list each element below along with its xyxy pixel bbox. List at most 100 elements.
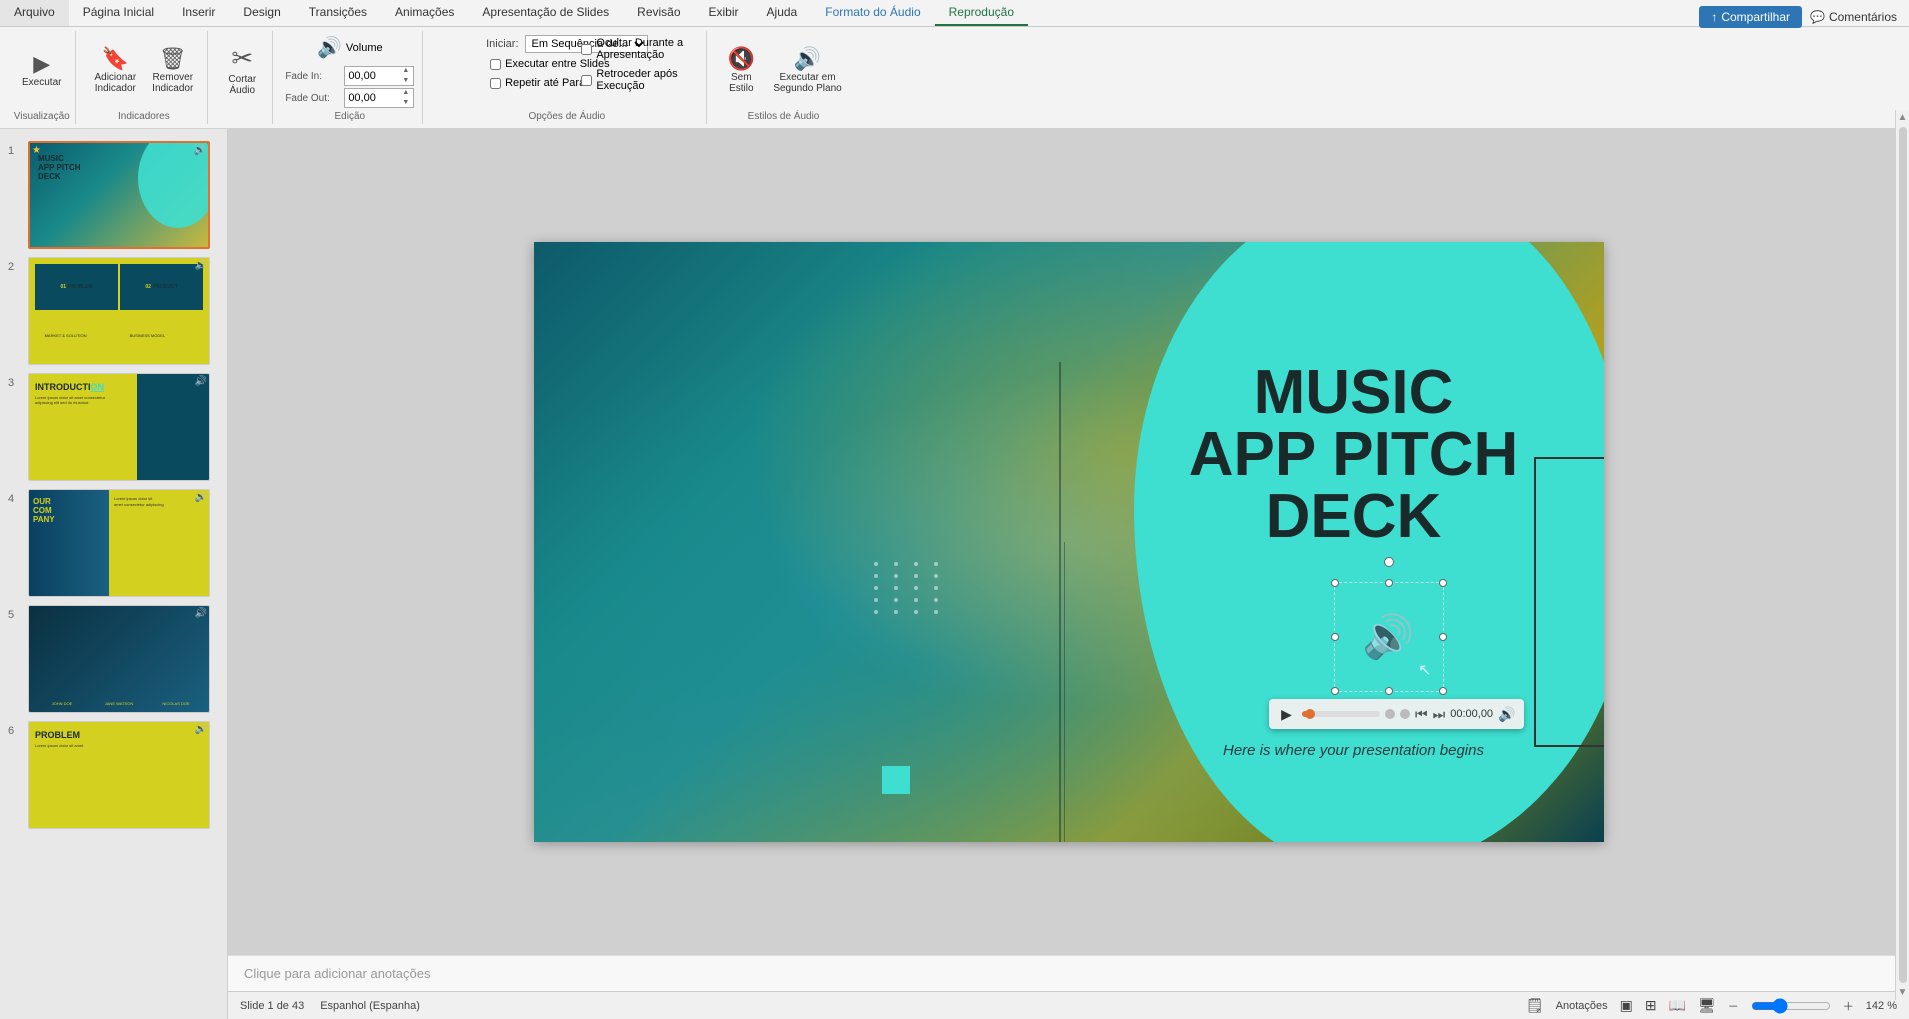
ribbon-group-audio-options: Iniciar: Em Sequência de... Executar ent… [427, 31, 707, 124]
fade-out-field[interactable]: 00,00 ▲ ▼ [344, 88, 414, 108]
slide-img-5[interactable]: JOHN DOE JANE WATSON NICOLAS DOE 🔊 [28, 605, 210, 713]
tab-arquivo[interactable]: Arquivo [0, 0, 69, 26]
handle-tr[interactable] [1439, 579, 1447, 587]
slide-thumb-1[interactable]: 1 ★ MUSICAPP PITCHDECK 🔊 [0, 137, 227, 253]
vertical-line [1059, 362, 1061, 842]
slide-num-4: 4 [8, 493, 24, 505]
tab-inserir[interactable]: Inserir [168, 0, 229, 26]
fade-out-up[interactable]: ▲ [401, 88, 410, 98]
slide-img-1[interactable]: ★ MUSICAPP PITCHDECK 🔊 [28, 141, 210, 249]
handle-mr[interactable] [1439, 633, 1447, 641]
fade-in-down[interactable]: ▼ [401, 76, 410, 86]
rotate-handle[interactable] [1384, 557, 1394, 567]
notes-placeholder: Clique para adicionar anotações [244, 966, 430, 981]
slide-img-3[interactable]: INTRODUCTION Lorem ipsum dolor sit amet … [28, 373, 210, 481]
volume-button[interactable]: 🔊 Volume [311, 31, 389, 64]
slide-num-2: 2 [8, 261, 24, 273]
handle-tm[interactable] [1385, 579, 1393, 587]
handle-tl[interactable] [1331, 579, 1339, 587]
volume-icon: 🔊 [317, 35, 342, 60]
ribbon-group-cortar: ✂ CortarÁudio [212, 31, 273, 124]
slide-thumb-2[interactable]: 2 01 PROBLEM 02 PRODUCT 03 MARKET & SOLU… [0, 253, 227, 369]
slide-img-2[interactable]: 01 PROBLEM 02 PRODUCT 03 MARKET & SOLUTI… [28, 257, 210, 365]
slide-num-3: 3 [8, 377, 24, 389]
back-button[interactable]: ⏮ [1415, 706, 1428, 723]
forward-button[interactable]: ⏭ [1433, 706, 1446, 723]
handle-bl[interactable] [1331, 687, 1339, 695]
slide-subtitle: Here is where your presentation begins [1154, 742, 1554, 759]
opcoes-audio-label: Opções de Áudio [528, 111, 605, 122]
comments-button[interactable]: 💬 Comentários [1810, 10, 1897, 24]
sem-estilo-button[interactable]: 🔇 SemEstilo [719, 42, 763, 98]
progress-thumb[interactable] [1305, 709, 1315, 719]
estilos-audio-label: Estilos de Áudio [748, 111, 820, 122]
remover-indicador-icon: 🗑 [159, 46, 187, 72]
audio-playbar[interactable]: ▶ ⏮ ⏭ 00:00,00 🔊 [1269, 699, 1524, 729]
main-layout: 1 ★ MUSICAPP PITCHDECK 🔊 2 01 PROBLEM [0, 129, 1909, 1019]
teal-square [882, 766, 910, 794]
slide-corner-icon-2: 🔊 [195, 260, 207, 271]
tab-ajuda[interactable]: Ajuda [753, 0, 812, 26]
handle-br[interactable] [1439, 687, 1447, 695]
fade-out-down[interactable]: ▼ [401, 98, 410, 108]
fade-in-up[interactable]: ▲ [401, 66, 410, 76]
slide-corner-icon-5: 🔊 [195, 608, 207, 619]
title-line1: MUSIC [1154, 362, 1554, 424]
speaker-icon: 🔊 [1362, 613, 1414, 662]
slide-thumb-4[interactable]: 4 OURCOMPANY Lorem ipsum dolor sitamet c… [0, 485, 227, 601]
handle-bm[interactable] [1385, 687, 1393, 695]
slides-panel[interactable]: 1 ★ MUSICAPP PITCHDECK 🔊 2 01 PROBLEM [0, 129, 228, 1019]
slide-canvas[interactable]: MUSIC APP PITCH DECK Here is where your … [534, 242, 1604, 842]
segundo-plano-button[interactable]: 🔊 Executar emSegundo Plano [767, 42, 847, 98]
slide-container[interactable]: MUSIC APP PITCH DECK Here is where your … [228, 129, 1909, 955]
tab-animacoes[interactable]: Animações [381, 0, 468, 26]
tab-reproducao[interactable]: Reprodução [935, 0, 1028, 26]
notes-area[interactable]: Clique para adicionar anotações [228, 955, 1909, 991]
cursor-icon: ↖ [1418, 660, 1431, 680]
visualizacao-label: Visualização [14, 111, 70, 122]
teal-blob-small [1464, 722, 1544, 802]
playbar-circle-2 [1400, 709, 1410, 719]
checkbox-ocultar[interactable]: Ocultar Durante a Apresentação [577, 35, 706, 63]
top-right-buttons: ↑ Compartilhar 💬 Comentários [1687, 0, 1909, 34]
ribbon-group-visualizacao: ▶ Executar Visualização [8, 31, 76, 124]
notes-status-label: Anotações [1556, 1000, 1608, 1012]
slide-thumb-6[interactable]: 6 PROBLEM Lorem ipsum dolor sit amet 🔊 [0, 717, 227, 833]
checkbox-retroceder[interactable]: Retroceder após Execução [577, 66, 706, 94]
fade-out-row: Fade Out: 00,00 ▲ ▼ [285, 88, 414, 108]
handle-ml[interactable] [1331, 633, 1339, 641]
working-area: MUSIC APP PITCH DECK Here is where your … [228, 129, 1909, 1019]
fade-in-field[interactable]: 00,00 ▲ ▼ [344, 66, 414, 86]
time-display: 00:00,00 [1450, 708, 1493, 720]
dots-pattern [874, 562, 946, 614]
slide-title: MUSIC APP PITCH DECK [1154, 362, 1554, 548]
iniciar-label: Iniciar: [486, 38, 518, 50]
play-button[interactable]: ▶ [1277, 704, 1297, 724]
executar-button[interactable]: ▶ Executar [16, 47, 67, 92]
slide-img-6[interactable]: PROBLEM Lorem ipsum dolor sit amet 🔊 [28, 721, 210, 829]
scrollbar-right[interactable]: ▲ ▼ [1895, 110, 1909, 1000]
volume-playbar-button[interactable]: 🔊 [1498, 706, 1515, 723]
tab-formato-audio[interactable]: Formato do Áudio [811, 0, 934, 26]
remover-indicador-button[interactable]: 🗑 RemoverIndicador [146, 42, 199, 98]
adicionar-indicador-button[interactable]: 🔖 AdicionarIndicador [88, 42, 142, 98]
slide-corner-icon-1: 🔊 [194, 145, 206, 156]
tab-exibir[interactable]: Exibir [695, 0, 753, 26]
progress-track[interactable] [1302, 711, 1381, 717]
tab-design[interactable]: Design [229, 0, 294, 26]
cortar-audio-button[interactable]: ✂ CortarÁudio [220, 39, 264, 100]
playbar-circle-1 [1385, 709, 1395, 719]
tab-revisao[interactable]: Revisão [623, 0, 694, 26]
indicadores-label: Indicadores [118, 111, 170, 122]
edicao-label: Edição [335, 111, 366, 122]
tab-pagina-inicial[interactable]: Página Inicial [69, 0, 168, 26]
ribbon-tabs: Arquivo Página Inicial Inserir Design Tr… [0, 0, 1909, 27]
ribbon-group-estilos: 🔇 SemEstilo 🔊 Executar emSegundo Plano E… [711, 31, 855, 124]
audio-element[interactable]: 🔊 ↖ [1344, 592, 1434, 682]
tab-apresentacao[interactable]: Apresentação de Slides [468, 0, 623, 26]
slide-thumb-3[interactable]: 3 INTRODUCTION Lorem ipsum dolor sit ame… [0, 369, 227, 485]
slide-img-4[interactable]: OURCOMPANY Lorem ipsum dolor sitamet con… [28, 489, 210, 597]
share-button[interactable]: ↑ Compartilhar [1699, 6, 1802, 28]
tab-transicoes[interactable]: Transições [295, 0, 381, 26]
slide-thumb-5[interactable]: 5 JOHN DOE JANE WATSON NICOLAS DOE 🔊 [0, 601, 227, 717]
